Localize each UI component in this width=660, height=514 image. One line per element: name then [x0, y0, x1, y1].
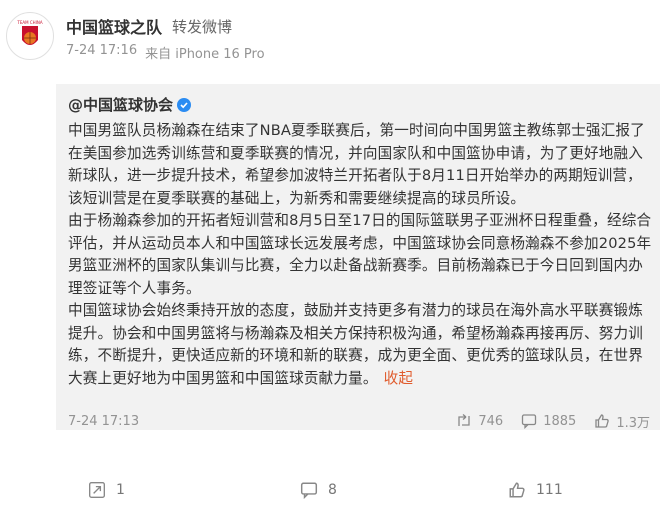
- author-name[interactable]: 中国篮球之队: [66, 14, 162, 38]
- original-author-name[interactable]: @中国篮球协会: [68, 94, 173, 115]
- post-meta: 7-24 17:16 来自 iPhone 16 Pro: [66, 43, 265, 62]
- original-like-count: 1.3万: [616, 415, 650, 431]
- post-time[interactable]: 7-24 17:16: [66, 43, 137, 62]
- original-footer: 7-24 17:13 746 1885 1.3万: [68, 410, 650, 432]
- comment-icon: [522, 414, 537, 429]
- paragraph-3: 中国篮球协会始终秉持开放的态度，鼓励并支持更多有潜力的球员在海外高水平联赛锻炼提…: [68, 302, 644, 387]
- quoted-original-post[interactable]: @中国篮球协会 中国男篮队员杨瀚森在结束了NBA夏季联赛后，第一时间向中国男篮主…: [56, 84, 660, 432]
- svg-text:TEAM CHINA: TEAM CHINA: [16, 20, 42, 25]
- post-header: 中国篮球之队 转发微博: [66, 14, 232, 38]
- comment-button[interactable]: 8: [300, 481, 337, 499]
- original-repost-button[interactable]: 746: [456, 413, 503, 429]
- like-icon: [509, 482, 525, 498]
- paragraph-2: 由于杨瀚森参加的开拓者短训营和8月5日至17日的国际篮联男子亚洲杯日程重叠，经综…: [68, 212, 652, 297]
- like-icon: [595, 414, 610, 428]
- original-comment-button[interactable]: 1885: [521, 413, 576, 429]
- verified-badge-icon: [177, 97, 192, 112]
- repost-count: 1: [116, 482, 125, 498]
- original-repost-count: 746: [478, 413, 504, 429]
- avatar[interactable]: TEAM CHINA: [6, 12, 54, 60]
- original-comment-count: 1885: [543, 413, 577, 429]
- original-author: @中国篮球协会: [68, 94, 192, 115]
- repost-button[interactable]: 1: [88, 481, 125, 499]
- original-like-button[interactable]: 1.3万: [594, 412, 650, 431]
- collapse-link[interactable]: 收起: [384, 370, 414, 387]
- repost-icon: [89, 482, 105, 498]
- repost-icon: [458, 414, 471, 426]
- weibo-post-card: TEAM CHINA 中国篮球之队 转发微博 7-24 17:16 来自 iPh…: [0, 0, 660, 514]
- paragraph-1: 中国男篮队员杨瀚森在结束了NBA夏季联赛后，第一时间向中国男篮主教练郭士强汇报了…: [68, 122, 645, 207]
- comment-icon: [300, 482, 318, 499]
- like-count: 111: [536, 482, 563, 498]
- post-source: 来自 iPhone 16 Pro: [145, 47, 265, 62]
- original-time[interactable]: 7-24 17:13: [68, 414, 438, 429]
- comment-count: 8: [328, 482, 337, 498]
- original-text: 中国男篮队员杨瀚森在结束了NBA夏季联赛后，第一时间向中国男篮主教练郭士强汇报了…: [68, 120, 652, 390]
- repost-label: 转发微博: [172, 17, 233, 36]
- post-action-bar: 1 8 111: [0, 470, 660, 510]
- team-china-logo-icon: TEAM CHINA: [9, 15, 51, 57]
- like-button[interactable]: 111: [508, 481, 563, 499]
